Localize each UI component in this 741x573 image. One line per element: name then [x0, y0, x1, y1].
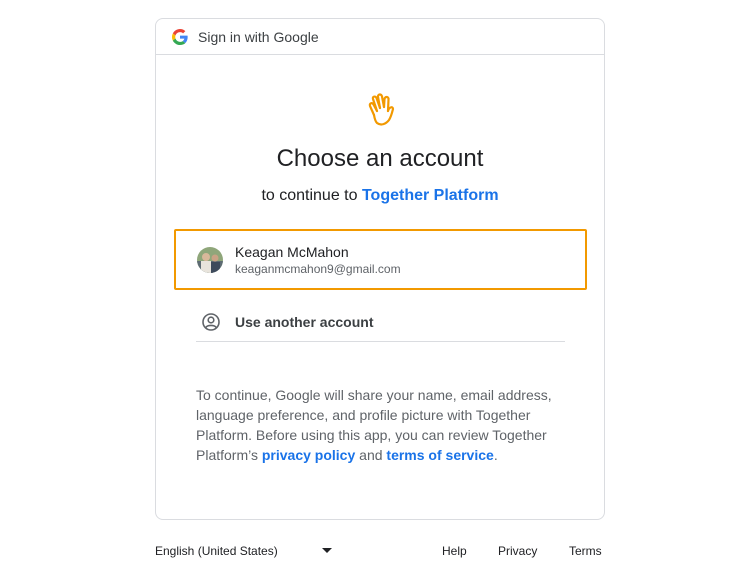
disclaimer-conjunction: and [355, 447, 387, 463]
google-logo-icon [172, 28, 188, 45]
account-name: Keagan McMahon [235, 243, 349, 260]
use-another-account-label: Use another account [235, 313, 374, 330]
header-title: Sign in with Google [198, 28, 319, 45]
terms-link[interactable]: Terms [569, 544, 602, 558]
app-name-link[interactable]: Together Platform [362, 187, 499, 204]
language-label: English (United States) [155, 544, 278, 558]
waving-hand-icon [368, 93, 395, 126]
avatar [197, 246, 223, 273]
terms-of-service-link[interactable]: terms of service [386, 447, 493, 463]
privacy-policy-link[interactable]: privacy policy [262, 447, 355, 463]
disclaimer-end: . [493, 447, 498, 463]
card-header: Sign in with Google [156, 19, 604, 55]
privacy-link[interactable]: Privacy [498, 544, 537, 558]
footer: English (United States) Help Privacy Ter… [155, 541, 605, 561]
account-email: keaganmcmahon9@gmail.com [235, 261, 401, 276]
subtitle: to continue to Together Platform [156, 187, 604, 205]
account-text: Keagan McMahon keaganmcmahon9@gmail.com [235, 243, 401, 277]
disclaimer-text: To continue, Google will share your name… [196, 385, 568, 465]
use-another-account-button[interactable]: Use another account [196, 302, 565, 342]
help-link[interactable]: Help [442, 544, 467, 558]
account-item[interactable]: Keagan McMahon keaganmcmahon9@gmail.com [174, 229, 587, 290]
language-selector[interactable]: English (United States) [155, 544, 278, 558]
account-circle-icon [202, 312, 220, 331]
subtitle-prefix: to continue to [261, 187, 362, 204]
page-title: Choose an account [276, 145, 484, 172]
sign-in-card: Sign in with Google Choose an account to… [155, 18, 605, 520]
chevron-down-icon[interactable] [322, 548, 332, 554]
